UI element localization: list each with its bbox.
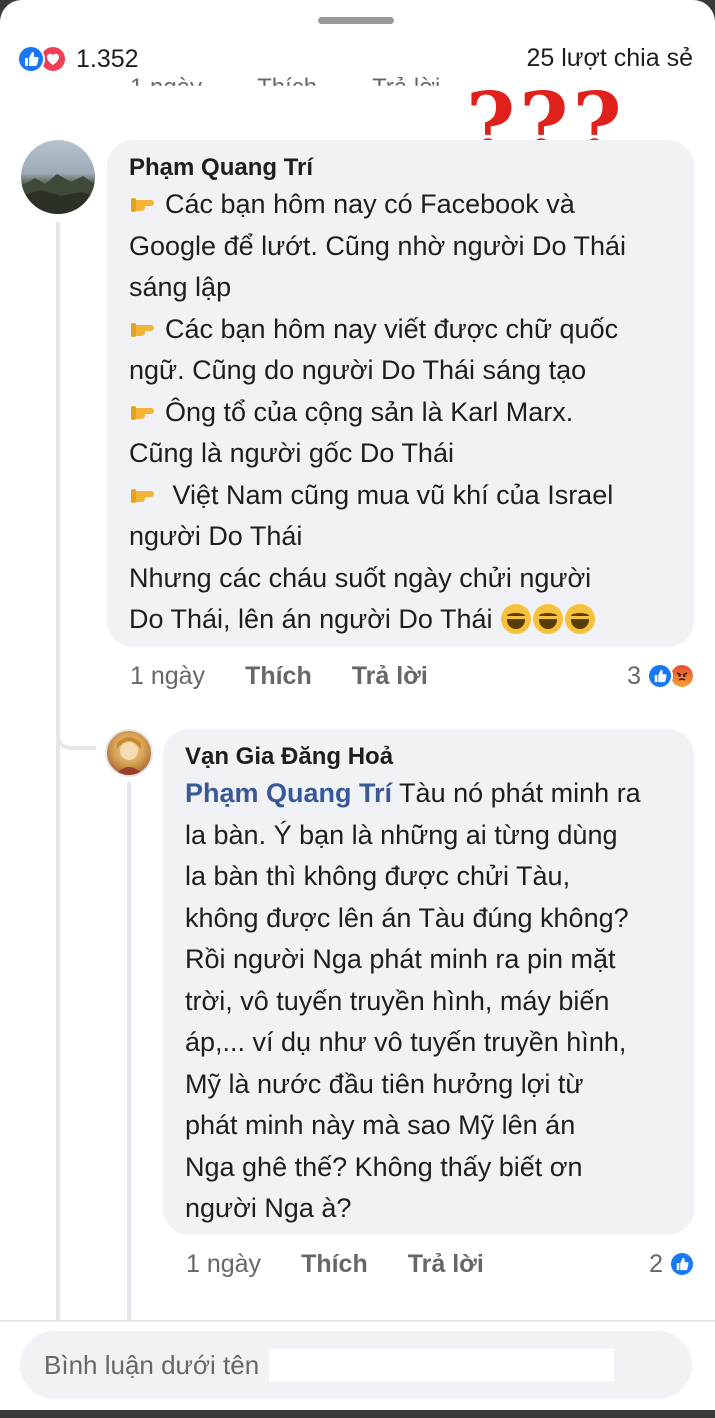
like-button[interactable]: Thích	[245, 662, 312, 691]
previous-comment-like[interactable]: Thích	[257, 74, 317, 86]
laughing-tears-emoji	[500, 604, 595, 634]
reply-bubble: Vạn Gia Đăng Hoả Phạm Quang Trí Tàu nó p…	[163, 729, 694, 1235]
mention-link[interactable]: Phạm Quang Trí	[185, 778, 392, 808]
share-count[interactable]: 25 lượt chia sẻ	[526, 44, 693, 73]
reply-button[interactable]: Trả lời	[352, 662, 428, 691]
comment-reaction-count: 3	[627, 661, 641, 690]
redacted-name	[269, 1349, 615, 1381]
composer-divider	[0, 1320, 715, 1322]
like-icon	[647, 663, 673, 689]
comment-reaction-count: 2	[649, 1249, 663, 1278]
reply-thread-line	[127, 782, 131, 1322]
comment-bubble: Phạm Quang Trí Các bạn hôm nay có Facebo…	[107, 140, 694, 647]
reaction-count: 1.352	[76, 44, 139, 73]
like-icon	[17, 45, 45, 73]
avatar[interactable]	[105, 729, 153, 777]
comment-text: Phạm Quang Trí Tàu nó phát minh ra la bà…	[185, 778, 641, 1223]
comment-input-placeholder: Bình luận dưới tên	[44, 1349, 260, 1380]
pointing-hand-icon	[129, 478, 163, 504]
reply-actions: 1 ngày Thích Trả lời 2	[186, 1248, 695, 1280]
comment-text: Các bạn hôm nay có Facebook và Google để…	[129, 187, 627, 634]
drag-handle[interactable]	[318, 17, 394, 24]
thread-connector	[56, 690, 96, 750]
comments-sheet: 1.352 25 lượt chia sẻ 1 ngày Thích Trả l…	[0, 0, 715, 1410]
comment-actions: 1 ngày Thích Trả lời 3	[130, 660, 695, 692]
like-button[interactable]: Thích	[301, 1250, 368, 1279]
comment-author[interactable]: Phạm Quang Trí	[129, 152, 672, 184]
reply-button[interactable]: Trả lời	[408, 1250, 484, 1279]
comment-time[interactable]: 1 ngày	[186, 1250, 261, 1279]
reaction-summary[interactable]: 1.352	[17, 44, 139, 74]
avatar[interactable]	[21, 140, 95, 214]
comment-author[interactable]: Vạn Gia Đăng Hoả	[185, 741, 672, 773]
comment-reactions[interactable]: 2	[649, 1250, 695, 1279]
comment-time[interactable]: 1 ngày	[130, 662, 205, 691]
previous-comment-time: 1 ngày	[130, 74, 203, 100]
pointing-hand-icon	[129, 187, 163, 213]
comment-input[interactable]: Bình luận dưới tên	[20, 1331, 692, 1399]
previous-comment-reply[interactable]: Trả lời	[372, 74, 440, 86]
comment-reactions[interactable]: 3	[627, 662, 695, 691]
pointing-hand-icon	[129, 312, 163, 338]
pointing-hand-icon	[129, 395, 163, 421]
thread-line	[56, 222, 60, 1322]
like-icon	[669, 1251, 695, 1277]
previous-comment-actions: 1 ngày Thích Trả lời	[130, 74, 440, 100]
